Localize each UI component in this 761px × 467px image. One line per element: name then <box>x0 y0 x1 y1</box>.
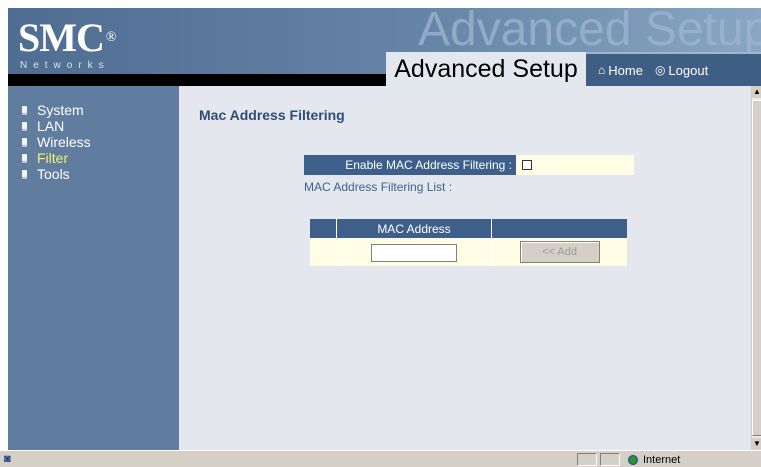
sidebar-item-tools[interactable]: Tools <box>22 166 179 182</box>
bullet-icon <box>22 137 27 147</box>
logout-label: Logout <box>668 62 709 78</box>
enable-filter-checkbox[interactable] <box>522 160 532 170</box>
logo-text: SMC <box>18 15 105 60</box>
table-header-cell <box>310 219 337 238</box>
status-segment <box>577 453 597 466</box>
page-title: Mac Address Filtering <box>199 107 345 123</box>
zone-label: Internet <box>643 454 681 466</box>
home-link[interactable]: ⌂ Home <box>598 63 643 78</box>
page-icon: ◙ <box>4 453 11 465</box>
logout-icon: ◎ <box>654 63 666 77</box>
bullet-icon <box>22 153 27 163</box>
main-content: Mac Address Filtering Enable MAC Address… <box>179 86 751 450</box>
vertical-scrollbar[interactable]: ▲ ▼ <box>751 86 761 450</box>
smc-logo: SMC ® <box>18 18 116 58</box>
table-cell: << Add <box>491 238 627 266</box>
table-cell <box>310 238 337 266</box>
sidebar: System LAN Wireless Filter Tools <box>8 86 179 450</box>
enable-filter-cell <box>516 155 634 175</box>
sidebar-item-filter[interactable]: Filter <box>22 150 179 166</box>
status-segment <box>600 453 620 466</box>
table-header-cell <box>491 219 627 238</box>
scroll-up-icon[interactable]: ▲ <box>752 86 761 98</box>
mac-table: MAC Address << Add <box>310 219 627 266</box>
table-header-row: MAC Address <box>310 219 627 238</box>
sidebar-item-label: LAN <box>37 118 65 134</box>
home-label: Home <box>608 62 643 78</box>
bullet-icon <box>22 121 27 131</box>
header-watermark: Advanced Setup <box>418 8 761 56</box>
globe-icon <box>628 455 638 465</box>
enable-filter-row: Enable MAC Address Filtering : <box>304 155 634 175</box>
logo-subtitle: Networks <box>20 60 110 71</box>
sidebar-item-label: Filter <box>37 150 69 166</box>
sidebar-item-label: Tools <box>37 166 70 182</box>
scroll-thumb[interactable] <box>752 100 761 436</box>
header-banner: Advanced Setup SMC ® Networks Advanced Se… <box>8 8 761 86</box>
table-row: << Add <box>310 238 627 266</box>
registered-mark: ® <box>105 30 117 45</box>
logout-link[interactable]: ◎ Logout <box>655 63 708 78</box>
sidebar-item-lan[interactable]: LAN <box>22 118 179 134</box>
security-zone: Internet <box>628 454 680 466</box>
header-divider <box>8 74 386 86</box>
page-section-title: Advanced Setup <box>386 52 586 86</box>
sidebar-item-label: Wireless <box>37 134 91 150</box>
sidebar-menu: System LAN Wireless Filter Tools <box>8 86 179 182</box>
sidebar-item-label: System <box>37 102 84 118</box>
table-cell <box>336 238 492 266</box>
scroll-down-icon[interactable]: ▼ <box>752 438 761 450</box>
add-button[interactable]: << Add <box>519 241 600 263</box>
status-bar: ◙ Internet <box>0 450 761 467</box>
enable-filter-label: Enable MAC Address Filtering : <box>304 155 516 175</box>
sidebar-item-wireless[interactable]: Wireless <box>22 134 179 150</box>
bullet-icon <box>22 105 27 115</box>
mac-address-header: MAC Address <box>336 219 492 238</box>
bullet-icon <box>22 169 27 179</box>
top-nav: ⌂ Home ◎ Logout <box>586 52 761 86</box>
sidebar-item-system[interactable]: System <box>22 102 179 118</box>
home-icon: ⌂ <box>598 63 606 77</box>
filter-list-label: MAC Address Filtering List : <box>304 180 453 194</box>
mac-address-input[interactable] <box>371 243 457 262</box>
